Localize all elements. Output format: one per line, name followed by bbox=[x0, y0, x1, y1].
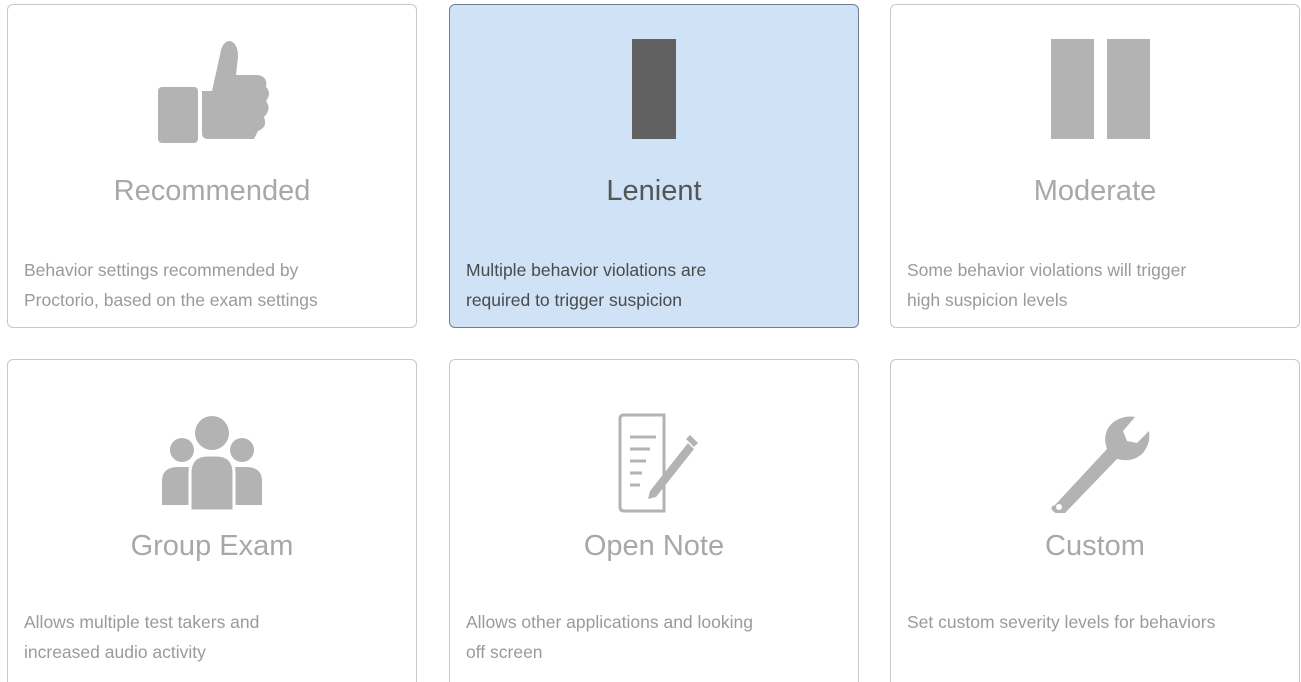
option-card-open-note[interactable]: Open Note Allows other applications and … bbox=[449, 359, 859, 682]
option-title: Custom bbox=[1045, 530, 1145, 562]
option-description-line: Allows multiple test takers and bbox=[24, 612, 260, 632]
option-card-recommended[interactable]: Recommended Behavior settings recommende… bbox=[7, 4, 417, 328]
single-bar-icon bbox=[450, 35, 858, 145]
option-card-lenient[interactable]: Lenient Multiple behavior violations are… bbox=[449, 4, 859, 328]
option-description-line: Allows other applications and looking bbox=[466, 612, 753, 632]
option-description-line: Proctorio, based on the exam settings bbox=[24, 290, 318, 310]
option-description: Allows multiple test takers and increase… bbox=[24, 607, 404, 667]
option-title: Recommended bbox=[113, 175, 311, 207]
group-icon bbox=[8, 408, 416, 518]
option-description-line: off screen bbox=[466, 642, 543, 662]
option-description: Multiple behavior violations are require… bbox=[466, 255, 846, 315]
option-title: Open Note bbox=[583, 530, 725, 562]
option-description-line: increased audio activity bbox=[24, 642, 206, 662]
wrench-icon bbox=[891, 408, 1299, 518]
option-description-line: Multiple behavior violations are bbox=[466, 260, 707, 280]
option-description-line: required to trigger suspicion bbox=[466, 290, 682, 310]
option-description-line: Set custom severity levels for behaviors bbox=[907, 612, 1216, 632]
option-title: Moderate bbox=[1033, 175, 1157, 207]
option-card-group-exam[interactable]: Group Exam Allows multiple test takers a… bbox=[7, 359, 417, 682]
option-card-moderate[interactable]: Moderate Some behavior violations will t… bbox=[890, 4, 1300, 328]
option-description: Set custom severity levels for behaviors bbox=[907, 607, 1287, 637]
option-description: Allows other applications and looking of… bbox=[466, 607, 846, 667]
double-bar-icon bbox=[891, 35, 1299, 145]
option-description: Behavior settings recommended by Proctor… bbox=[24, 255, 404, 315]
option-card-custom[interactable]: Custom Set custom severity levels for be… bbox=[890, 359, 1300, 682]
option-description: Some behavior violations will trigger hi… bbox=[907, 255, 1287, 315]
note-pencil-icon bbox=[450, 408, 858, 518]
option-description-line: Some behavior violations will trigger bbox=[907, 260, 1187, 280]
behavior-settings-grid: Recommended Behavior settings recommende… bbox=[0, 0, 1301, 682]
thumbs-up-icon bbox=[8, 35, 416, 145]
option-description-line: Behavior settings recommended by bbox=[24, 260, 299, 280]
option-title: Lenient bbox=[606, 175, 702, 207]
option-description-line: high suspicion levels bbox=[907, 290, 1068, 310]
option-title: Group Exam bbox=[130, 530, 294, 562]
